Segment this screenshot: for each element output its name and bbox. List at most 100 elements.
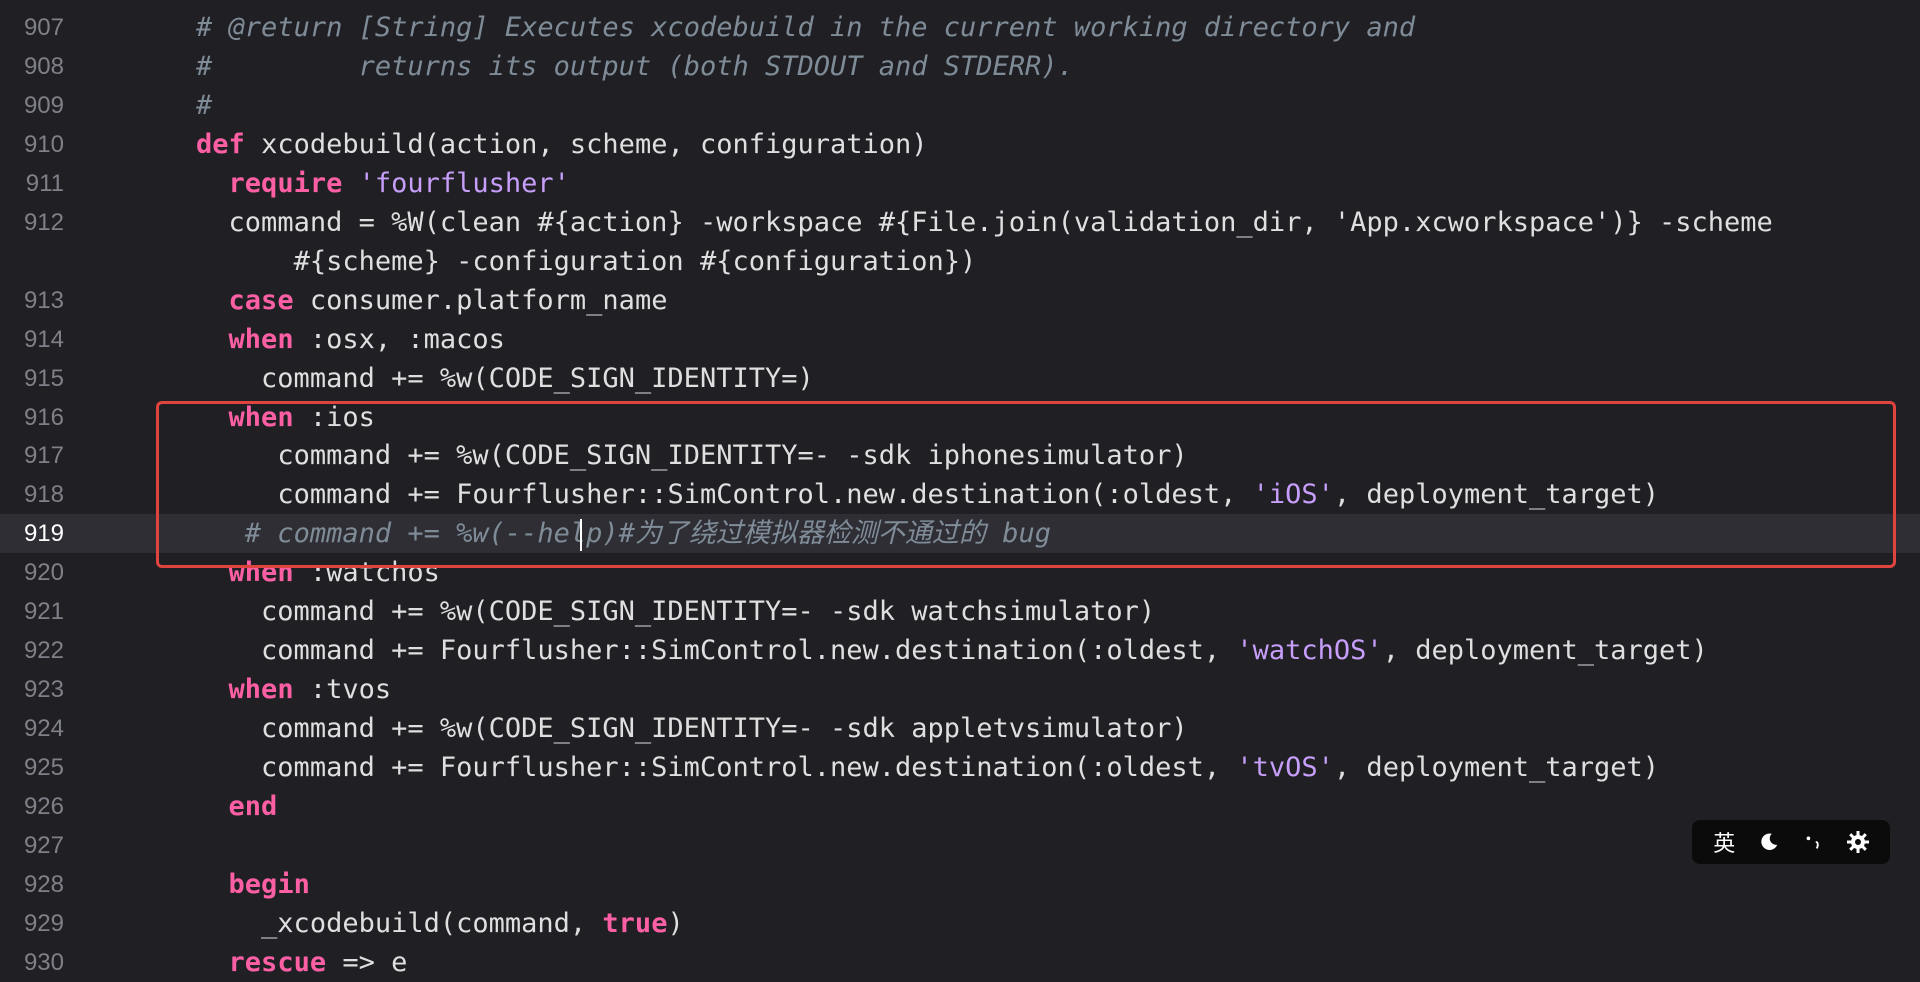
gear-icon[interactable] — [1841, 825, 1875, 859]
moon-icon[interactable] — [1752, 825, 1786, 859]
code-text: command += %w(CODE_SIGN_IDENTITY=- -sdk … — [131, 592, 1155, 631]
line-number: 917 — [23, 442, 64, 470]
code-token: end — [228, 791, 278, 822]
code-token: #{scheme} -configuration #{configuration… — [293, 245, 977, 277]
code-text: command += Fourflusher::SimControl.new.d… — [131, 748, 1659, 787]
code-line[interactable]: 908 # returns its output (both STDOUT an… — [0, 47, 1920, 86]
code-line[interactable]: 927 — [0, 826, 1920, 865]
code-line[interactable]: 923 when :tvos — [0, 670, 1920, 709]
code-text: command = %W(clean #{action} -workspace … — [131, 203, 1773, 242]
code-text: #{scheme} -configuration #{configuration… — [131, 242, 977, 281]
code-token: 'fourflusher' — [358, 167, 570, 199]
punctuation-icon[interactable] — [1796, 825, 1830, 859]
code-line[interactable]: 913 case consumer.platform_name — [0, 281, 1920, 320]
code-line[interactable]: 921 command += %w(CODE_SIGN_IDENTITY=- -… — [0, 592, 1920, 631]
code-text: command += %w(CODE_SIGN_IDENTITY=) — [131, 359, 814, 398]
code-line[interactable]: 912 command = %W(clean #{action} -worksp… — [0, 203, 1920, 242]
line-number: 925 — [23, 754, 64, 782]
code-token: consumer.platform_name — [293, 284, 668, 316]
line-number: 911 — [25, 169, 64, 197]
line-number: 908 — [23, 52, 64, 80]
code-token: # returns its output (both STDOUT and ST… — [196, 50, 1074, 82]
code-token: 'tvOS' — [1236, 752, 1334, 784]
line-number: 923 — [23, 676, 64, 704]
code-token: , deployment_target) — [1333, 752, 1660, 784]
line-number: 914 — [23, 325, 64, 353]
code-line[interactable]: 929 _xcodebuild(command, true) — [0, 904, 1920, 943]
code-line[interactable]: 907 # @return [String] Executes xcodebui… — [0, 8, 1920, 47]
code-token: begin — [228, 868, 310, 900]
code-text: command += Fourflusher::SimControl.new.d… — [131, 631, 1708, 670]
code-text: case consumer.platform_name — [131, 281, 668, 320]
code-text: command += %w(CODE_SIGN_IDENTITY=- -sdk … — [131, 709, 1188, 748]
code-line[interactable]: 914 when :osx, :macos — [0, 320, 1920, 359]
code-line[interactable]: #{scheme} -configuration #{configuration… — [0, 242, 1920, 281]
line-number: 907 — [23, 14, 64, 41]
code-token: command += %w(CODE_SIGN_IDENTITY=- -sdk … — [261, 596, 1156, 628]
code-line[interactable]: 926 end — [0, 787, 1920, 826]
code-token: require — [228, 167, 343, 199]
code-token: # — [196, 89, 213, 121]
line-number: 922 — [23, 637, 64, 665]
line-number: 928 — [23, 870, 64, 898]
code-line[interactable]: 909 # — [0, 86, 1920, 125]
line-number: 913 — [23, 286, 64, 314]
code-line[interactable]: 925 command += Fourflusher::SimControl.n… — [0, 748, 1920, 787]
code-token: command = %W(clean #{action} -workspace … — [228, 206, 1773, 238]
line-number: 920 — [23, 559, 64, 587]
code-text: _xcodebuild(command, true) — [131, 904, 684, 943]
code-editor[interactable]: 907 # @return [String] Executes xcodebui… — [0, 0, 1920, 978]
ime-language-toggle[interactable]: 英 — [1707, 825, 1741, 859]
line-number: 915 — [23, 364, 64, 392]
code-token: :osx, :macos — [293, 323, 505, 355]
code-line[interactable]: 922 command += Fourflusher::SimControl.n… — [0, 631, 1920, 670]
code-text: end — [131, 787, 278, 826]
code-line[interactable]: 924 command += %w(CODE_SIGN_IDENTITY=- -… — [0, 709, 1920, 748]
code-token: case — [228, 284, 294, 316]
code-token: ) — [667, 907, 684, 939]
code-text: begin — [131, 865, 310, 904]
code-token: => e — [326, 946, 408, 978]
line-number: 916 — [23, 403, 64, 431]
code-token: rescue — [228, 946, 327, 978]
line-number: 919 — [23, 520, 64, 548]
code-line[interactable]: 928 begin — [0, 865, 1920, 904]
line-number: 927 — [23, 831, 64, 859]
code-token: xcodebuild(action, scheme, configuration… — [244, 128, 928, 160]
line-number: 909 — [23, 91, 64, 119]
code-token: command += Fourflusher::SimControl.new.d… — [261, 752, 1237, 784]
line-number: 912 — [23, 208, 64, 236]
code-line[interactable]: 911 require 'fourflusher' — [0, 164, 1920, 203]
line-number: 910 — [23, 130, 64, 158]
code-line[interactable]: 910 def xcodebuild(action, scheme, confi… — [0, 125, 1920, 164]
code-token: _xcodebuild(command, — [261, 907, 603, 939]
code-text: when :tvos — [131, 670, 392, 709]
code-text: # @return [String] Executes xcodebuild i… — [131, 8, 1415, 47]
line-number: 929 — [23, 909, 64, 937]
code-token: 'watchOS' — [1236, 635, 1383, 667]
code-text: def xcodebuild(action, scheme, configura… — [131, 125, 928, 164]
code-line[interactable]: 915 command += %w(CODE_SIGN_IDENTITY=) — [0, 359, 1920, 398]
code-text: require 'fourflusher' — [131, 164, 570, 203]
ime-language-label: 英 — [1713, 832, 1736, 857]
code-token: :tvos — [293, 674, 392, 706]
code-token: command += %w(CODE_SIGN_IDENTITY=) — [261, 362, 814, 394]
